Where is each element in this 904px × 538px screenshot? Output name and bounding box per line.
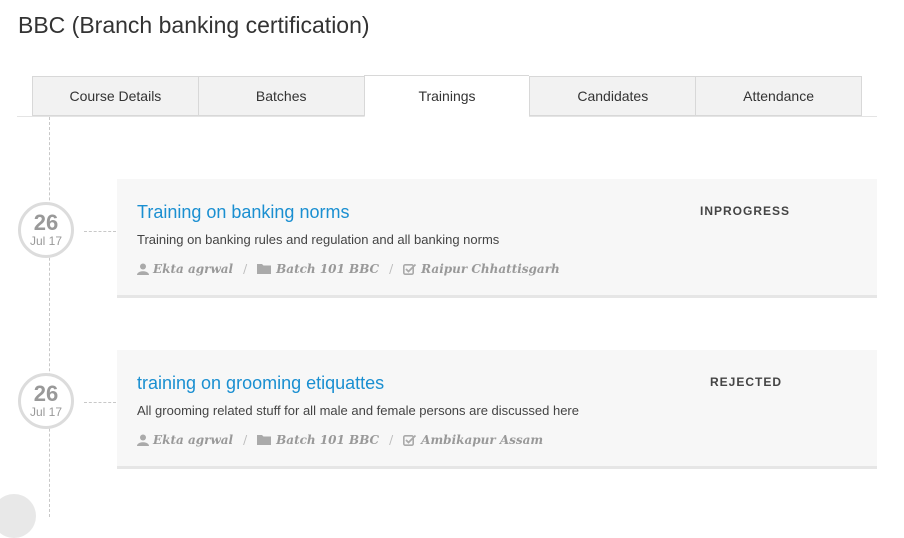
tab-candidates[interactable]: Candidates: [529, 76, 696, 116]
folder-icon: [257, 263, 272, 275]
tab-trainings[interactable]: Trainings: [363, 75, 530, 117]
trainer-name: Ekta agrwal: [153, 262, 234, 276]
status-badge: INPROGRESS: [700, 204, 791, 218]
trainer-name: Ekta agrwal: [153, 433, 234, 447]
training-meta: Ekta agrwal / Batch 101 BBC / Ambikapur …: [137, 433, 543, 447]
training-description: Training on banking rules and regulation…: [137, 232, 500, 247]
training-card: training on grooming etiquattes REJECTED…: [117, 350, 877, 469]
batch-name: Batch 101 BBC: [276, 262, 380, 276]
timeline-connector: [84, 402, 116, 403]
training-title-link[interactable]: Training on banking norms: [137, 202, 349, 223]
training-meta: Ekta agrwal / Batch 101 BBC / Raipur Chh…: [137, 262, 560, 276]
tab-batches[interactable]: Batches: [197, 76, 364, 116]
timeline-line: [49, 117, 50, 517]
location-name: Ambikapur Assam: [421, 433, 544, 447]
date-day: 26: [33, 381, 59, 406]
date-badge: 26 Jul 17: [18, 373, 74, 429]
tab-attendance[interactable]: Attendance: [695, 76, 862, 116]
page-title: BBC (Branch banking certification): [18, 12, 370, 38]
date-month: Jul 17: [29, 405, 63, 419]
batch-name: Batch 101 BBC: [276, 433, 380, 447]
status-badge: REJECTED: [710, 375, 783, 389]
user-icon: [137, 434, 149, 446]
date-badge: 26 Jul 17: [18, 202, 74, 258]
training-card: Training on banking norms INPROGRESS Tra…: [117, 179, 877, 298]
check-square-icon: [403, 434, 417, 446]
tab-course-details[interactable]: Course Details: [32, 76, 198, 116]
date-month: Jul 17: [29, 234, 63, 248]
training-title-link[interactable]: training on grooming etiquattes: [137, 373, 384, 394]
location-name: Raipur Chhattisgarh: [421, 262, 560, 276]
user-icon: [137, 263, 149, 275]
training-description: All grooming related stuff for all male …: [137, 403, 579, 418]
check-square-icon: [403, 263, 417, 275]
folder-icon: [257, 434, 272, 446]
timeline-connector: [84, 231, 116, 232]
scroll-top-button[interactable]: [0, 494, 36, 538]
date-day: 26: [33, 210, 59, 235]
tab-bar: Course Details Batches Trainings Candida…: [32, 75, 862, 117]
